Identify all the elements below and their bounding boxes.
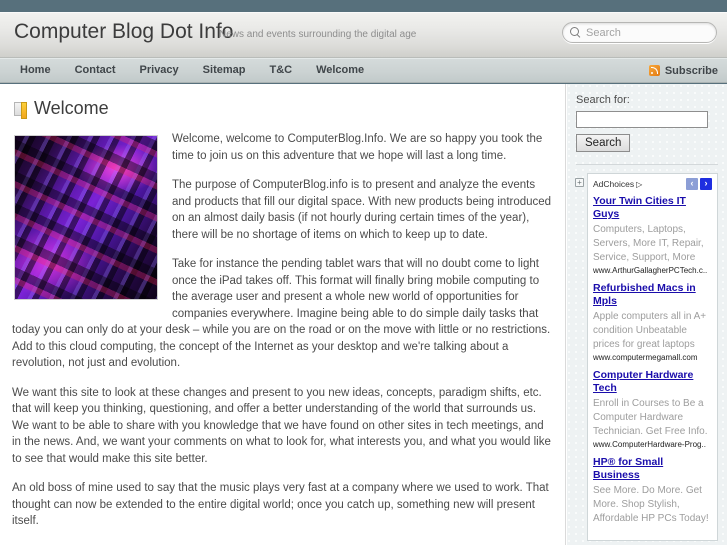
nav-item-contact[interactable]: Contact — [63, 58, 128, 83]
rss-icon — [648, 65, 660, 76]
ads-block: + AdChoices ▷ ‹ › Your Twin Cities IT Gu… — [575, 173, 718, 541]
ads-header: AdChoices ▷ ‹ › — [593, 178, 712, 190]
sidebar-divider — [576, 164, 718, 165]
ads-expand-icon[interactable]: + — [575, 178, 584, 187]
ad-title-link[interactable]: Refurbished Macs in Mpls — [593, 282, 712, 308]
article-body: Welcome, welcome to ComputerBlog.Info. W… — [12, 131, 553, 545]
nav-item-list: Home Contact Privacy Sitemap T&C Welcome — [8, 58, 376, 83]
ads-pagination: ‹ › — [686, 178, 712, 190]
site-tagline: News and events surrounding the digital … — [219, 29, 417, 40]
header-search-input[interactable] — [586, 26, 727, 39]
ads-prev-arrow-icon[interactable]: ‹ — [686, 178, 698, 190]
sidebar-search-label: Search for: — [576, 94, 630, 106]
ad-description: Apple computers all in A+ condition Unbe… — [593, 311, 707, 350]
page-title: Welcome — [34, 98, 109, 118]
nav-item-welcome[interactable]: Welcome — [304, 58, 376, 83]
sidebar-search-widget: Search for: Search — [576, 94, 718, 152]
ad-item: Refurbished Macs in Mpls Apple computers… — [593, 282, 712, 362]
adchoices-link[interactable]: AdChoices ▷ — [593, 179, 642, 189]
ad-item: Your Twin Cities IT Guys Computers, Lapt… — [593, 195, 712, 275]
main-column: Welcome Welcome, welcome to ComputerBlog… — [0, 84, 566, 545]
ad-url: www.computermegamall.com — [593, 353, 698, 362]
sidebar-search-input[interactable] — [576, 111, 708, 128]
header-search-box[interactable] — [562, 22, 727, 43]
article-paragraph: We want this site to look at these chang… — [12, 386, 551, 465]
nav-item-home[interactable]: Home — [8, 58, 63, 83]
ad-item: HP® for Small Business See More. Do More… — [593, 456, 712, 527]
sidebar: Search for: Search + AdChoices ▷ ‹ › You… — [567, 84, 727, 545]
ad-url: www.ArthurGallagherPCTech.c.. — [593, 266, 708, 275]
subscribe-link[interactable]: Subscribe — [648, 58, 718, 83]
ad-description: Enroll in Courses to Be a Computer Hardw… — [593, 398, 708, 437]
ad-title-link[interactable]: Your Twin Cities IT Guys — [593, 195, 712, 221]
ad-description: Computers, Laptops, Servers, More IT, Re… — [593, 224, 704, 263]
search-icon — [570, 27, 581, 38]
site-title: Computer Blog Dot Info — [14, 20, 234, 43]
page-title-row: Welcome — [14, 98, 553, 119]
article-thumbnail-image — [14, 135, 158, 300]
ad-item: Computer Hardware Tech Enroll in Courses… — [593, 369, 712, 449]
nav-item-sitemap[interactable]: Sitemap — [191, 58, 258, 83]
site-header: Computer Blog Dot Info News and events s… — [0, 12, 727, 58]
ad-description: See More. Do More. Get More. Shop Stylis… — [593, 485, 709, 524]
nav-item-privacy[interactable]: Privacy — [128, 58, 191, 83]
nav-item-tc[interactable]: T&C — [257, 58, 304, 83]
ads-next-arrow-icon[interactable]: › — [700, 178, 712, 190]
ad-title-link[interactable]: HP® for Small Business — [593, 456, 712, 482]
adchoices-label: AdChoices — [593, 179, 635, 189]
ad-title-link[interactable]: Computer Hardware Tech — [593, 369, 712, 395]
page-root: Computer Blog Dot Info News and events s… — [0, 0, 727, 545]
ad-url: www.ComputerHardware-Prog.. — [593, 440, 706, 449]
content-wrapper: Welcome Welcome, welcome to ComputerBlog… — [0, 84, 727, 545]
page-document-icon — [14, 101, 27, 119]
subscribe-label: Subscribe — [664, 64, 718, 77]
main-navigation: Home Contact Privacy Sitemap T&C Welcome… — [0, 58, 727, 83]
article-paragraph: An old boss of mine used to say that the… — [12, 482, 549, 527]
sidebar-search-button[interactable]: Search — [576, 134, 631, 152]
adchoices-triangle-icon: ▷ — [636, 179, 643, 189]
